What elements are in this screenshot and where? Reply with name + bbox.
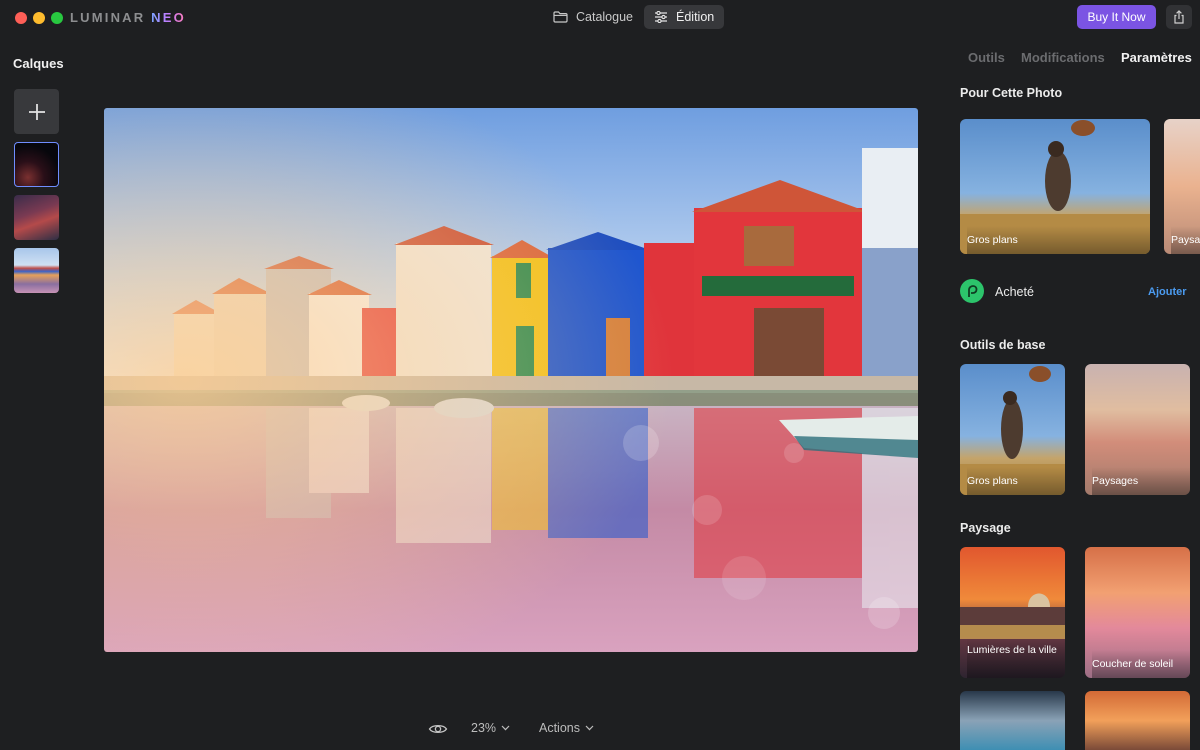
add-layer-button[interactable]: [14, 89, 59, 134]
tab-catalogue-label: Catalogue: [576, 10, 633, 24]
preset-card-label: Gros plans: [967, 226, 1150, 254]
preset-card-label: Lumières de la ville: [967, 638, 1065, 678]
close-window-button[interactable]: [15, 12, 27, 24]
eye-icon: [428, 724, 448, 734]
purchased-icon: [960, 279, 984, 303]
folder-icon: [553, 11, 568, 23]
preset-card-partial-1[interactable]: [960, 691, 1065, 750]
preset-card-close-ups[interactable]: Gros plans: [960, 119, 1150, 254]
logo-accent-text: NEO: [151, 10, 186, 25]
preset-card-label: Coucher de soleil: [1092, 650, 1190, 678]
logo-text: LUMINAR: [70, 10, 152, 25]
zoom-level: 23%: [471, 721, 497, 735]
preset-card-label: Gros plans: [967, 467, 1065, 495]
purchased-label: Acheté: [995, 285, 1034, 299]
zoom-window-button[interactable]: [51, 12, 63, 24]
preset-card-city-lights[interactable]: Lumières de la ville: [960, 547, 1065, 678]
minimize-window-button[interactable]: [33, 12, 45, 24]
section-title-for-this-photo: Pour Cette Photo: [960, 86, 1063, 100]
preview-toggle-button[interactable]: [428, 718, 448, 745]
tab-modifications[interactable]: Modifications: [1021, 50, 1105, 65]
share-icon: [1174, 10, 1184, 24]
layers-title: Calques: [13, 56, 64, 71]
section-title-landscape: Paysage: [960, 521, 1011, 535]
preset-card-basic-landscapes[interactable]: Paysages: [1085, 364, 1190, 495]
title-bar: LUMINAR NEO Catalogue Édition Buy It Now: [0, 0, 1200, 36]
preset-pack-icon: [968, 285, 978, 297]
actions-dropdown[interactable]: Actions: [539, 721, 594, 735]
tab-outils[interactable]: Outils: [968, 50, 1005, 65]
share-button[interactable]: [1166, 5, 1192, 29]
tab-parametres[interactable]: Paramètres: [1121, 50, 1192, 65]
section-title-basic-tools: Outils de base: [960, 338, 1046, 352]
tab-edition-label: Édition: [676, 10, 715, 24]
chevron-down-icon: [585, 725, 594, 731]
tab-catalogue[interactable]: Catalogue: [543, 5, 643, 29]
sliders-icon: [655, 11, 667, 23]
preset-card-label: Paysa: [1171, 226, 1200, 254]
preset-card-sunset[interactable]: Coucher de soleil: [1085, 547, 1190, 678]
preset-card-partial-2[interactable]: [1085, 691, 1190, 750]
layer-thumbnail-3[interactable]: [14, 248, 59, 293]
chevron-down-icon: [501, 725, 510, 731]
tab-edition[interactable]: Édition: [644, 5, 725, 29]
photo-image: [104, 108, 918, 652]
add-presets-link[interactable]: Ajouter: [1148, 286, 1187, 298]
layer-thumbnail-2[interactable]: [14, 195, 59, 240]
photo-canvas[interactable]: [104, 108, 918, 652]
canvas-bottom-bar: 23% Actions: [0, 716, 1022, 742]
plus-icon: [28, 103, 45, 120]
layer-thumbnail-1[interactable]: [14, 142, 59, 187]
preset-card-label: Paysages: [1092, 467, 1190, 495]
app-logo: LUMINAR NEO: [70, 10, 186, 25]
buy-it-now-button[interactable]: Buy It Now: [1077, 5, 1156, 29]
preset-card-basic-close-ups[interactable]: Gros plans: [960, 364, 1065, 495]
preset-card-landscapes[interactable]: Paysa: [1164, 119, 1200, 254]
actions-label: Actions: [539, 721, 580, 735]
zoom-dropdown[interactable]: 23%: [471, 721, 510, 735]
